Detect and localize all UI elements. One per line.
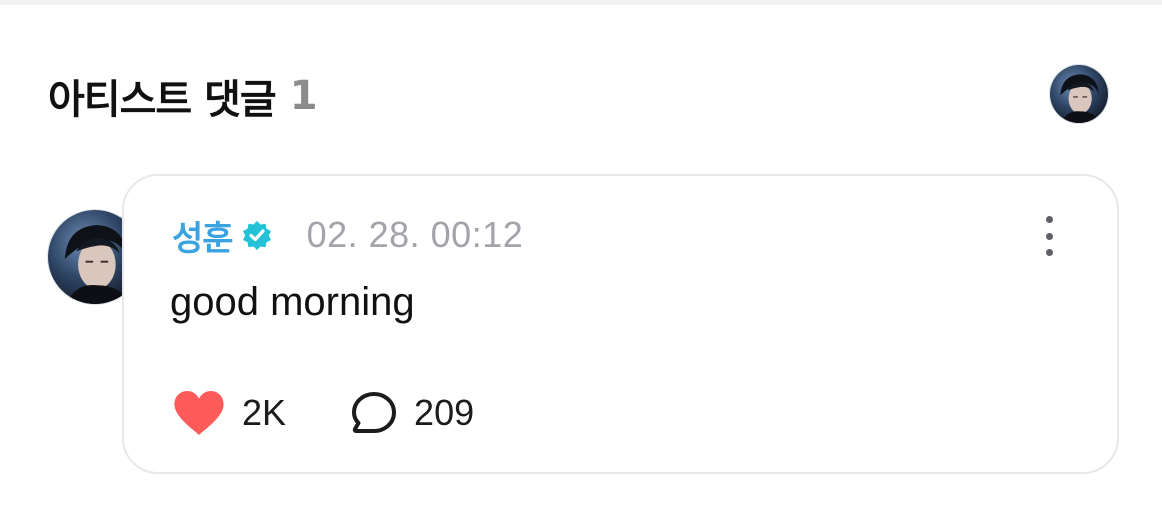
comment-timestamp: 02. 28. 00:12 — [306, 214, 524, 255]
comment-count: 1 — [289, 73, 318, 119]
comment-body: good morning — [170, 280, 415, 324]
avatar-image — [1050, 65, 1108, 123]
top-divider — [0, 0, 1162, 5]
more-options-button[interactable] — [1037, 216, 1061, 256]
speech-bubble-icon — [352, 392, 397, 433]
artist-comments-page: 아티스트 댓글 1 성훈 02. 28. 00:12 good morning … — [0, 0, 1162, 528]
artist-avatar-button[interactable] — [1049, 64, 1109, 124]
more-dot — [1045, 232, 1053, 240]
heart-icon — [174, 391, 224, 435]
like-button[interactable]: 2K — [172, 389, 286, 437]
comment-actions: 2K 209 — [172, 390, 474, 436]
reply-count: 209 — [414, 392, 475, 433]
section-title: 아티스트 댓글 — [48, 77, 277, 123]
verified-badge-icon — [242, 221, 271, 250]
like-count: 2K — [242, 392, 287, 433]
reply-button[interactable]: 209 — [350, 390, 474, 436]
comment-author-name[interactable]: 성훈 — [172, 211, 234, 260]
more-dot — [1045, 249, 1053, 256]
comment-card: 성훈 02. 28. 00:12 good morning 2K 209 — [122, 174, 1119, 474]
section-header: 아티스트 댓글 1 — [48, 66, 318, 126]
comment-meta: 성훈 02. 28. 00:12 — [172, 211, 524, 260]
more-vertical-icon — [1045, 216, 1053, 223]
